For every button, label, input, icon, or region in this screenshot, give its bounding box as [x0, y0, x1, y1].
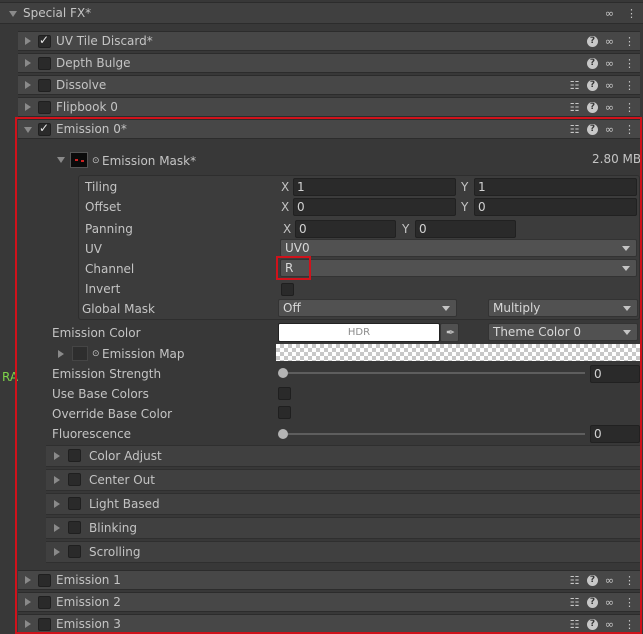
foldout-arrow-icon[interactable] [25, 103, 31, 111]
menu-icon[interactable]: ⋮ [623, 101, 636, 114]
emission-section-highlight [15, 117, 642, 634]
foldout-arrow-icon[interactable] [25, 59, 31, 67]
help-icon[interactable]: ? [587, 58, 598, 69]
menu-icon[interactable]: ⋮ [625, 7, 638, 20]
foldout-arrow-icon[interactable] [25, 81, 31, 89]
module-title: Dissolve [56, 78, 107, 92]
help-icon[interactable]: ? [587, 102, 598, 113]
module-enable-checkbox[interactable] [38, 57, 51, 70]
special-fx-title: Special FX* [23, 6, 92, 20]
link-icon[interactable]: ∞ [603, 35, 616, 48]
module-flipbook-0[interactable]: Flipbook 0 ☷ ? ∞ ⋮ [18, 97, 640, 117]
module-enable-checkbox[interactable] [38, 101, 51, 114]
menu-icon[interactable]: ⋮ [623, 57, 636, 70]
module-uv-tile-discard[interactable]: UV Tile Discard* ? ∞ ⋮ [18, 31, 640, 51]
link-icon[interactable]: ∞ [603, 57, 616, 70]
foldout-arrow-icon[interactable] [25, 37, 31, 45]
module-enable-checkbox[interactable] [38, 79, 51, 92]
module-title: Depth Bulge [56, 56, 131, 70]
module-title: UV Tile Discard* [56, 34, 153, 48]
module-dissolve[interactable]: Dissolve ☷ ? ∞ ⋮ [18, 75, 640, 95]
link-icon[interactable]: ∞ [603, 7, 616, 20]
channel-value-highlight [276, 256, 311, 280]
module-title: Flipbook 0 [56, 100, 118, 114]
settings-sliders-icon[interactable]: ☷ [568, 101, 581, 114]
module-enable-checkbox[interactable] [38, 33, 51, 48]
menu-icon[interactable]: ⋮ [623, 79, 636, 92]
settings-sliders-icon[interactable]: ☷ [568, 79, 581, 92]
help-icon[interactable]: ? [587, 36, 598, 47]
module-depth-bulge[interactable]: Depth Bulge ? ∞ ⋮ [18, 53, 640, 73]
foldout-arrow-icon[interactable] [9, 11, 17, 17]
special-fx-header[interactable]: Special FX* ∞ ⋮ [0, 2, 643, 24]
help-icon[interactable]: ? [587, 80, 598, 91]
link-icon[interactable]: ∞ [603, 101, 616, 114]
menu-icon[interactable]: ⋮ [623, 35, 636, 48]
link-icon[interactable]: ∞ [603, 79, 616, 92]
